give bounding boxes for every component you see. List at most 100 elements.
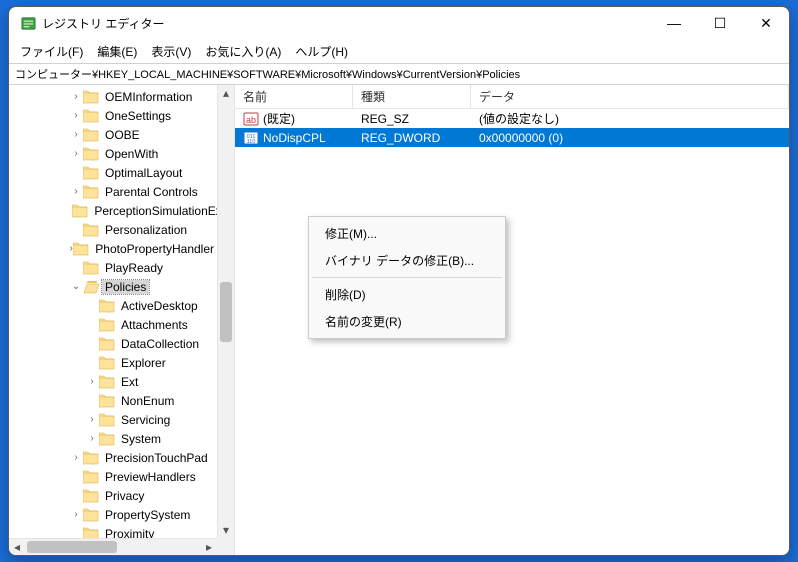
maximize-button[interactable]: ☐ [697,7,743,39]
minimize-button[interactable]: — [651,7,697,39]
value-type: REG_DWORD [357,131,475,145]
menu-edit[interactable]: 編集(E) [90,40,144,63]
context-menu: 修正(M)... バイナリ データの修正(B)... 削除(D) 名前の変更(R… [308,216,506,339]
chevron-right-icon[interactable]: › [69,452,83,463]
ctx-rename[interactable]: 名前の変更(R) [311,308,503,335]
tree-item-label: PrecisionTouchPad [102,451,211,465]
chevron-right-icon[interactable]: › [85,376,99,387]
tree-vertical-scrollbar[interactable]: ▴ ▾ [217,85,234,538]
folder-icon [83,166,99,180]
folder-icon [99,299,115,313]
scroll-down-icon[interactable]: ▾ [223,522,229,538]
menu-help[interactable]: ヘルプ(H) [288,40,355,63]
tree-item[interactable]: › PrecisionTouchPad [9,448,217,467]
tree-item[interactable]: ›PhotoPropertyHandler [9,239,217,258]
header-data[interactable]: データ [471,85,789,108]
svg-text:ab: ab [246,115,256,125]
chevron-right-icon[interactable]: › [69,129,83,140]
header-type[interactable]: 種類 [353,85,471,108]
tree-item[interactable]: ›Privacy [9,486,217,505]
reg-string-icon: ab [243,111,259,127]
tree-item[interactable]: ›Ext [9,372,217,391]
header-name[interactable]: 名前 [235,85,353,108]
tree-item[interactable]: ›Servicing [9,410,217,429]
folder-icon [99,318,115,332]
tree-item-label: Privacy [102,489,147,503]
value-data: 0x00000000 (0) [475,131,789,145]
ctx-delete[interactable]: 削除(D) [311,281,503,308]
window-controls: — ☐ ✕ [651,7,789,39]
menu-file[interactable]: ファイル(F) [13,40,90,63]
registry-tree[interactable]: ›OEMInformation›OneSettings›OOBE›OpenWit… [9,85,217,538]
titlebar[interactable]: レジストリ エディター — ☐ ✕ [9,7,789,39]
tree-item-label: OptimalLayout [102,166,185,180]
folder-icon [99,394,115,408]
tree-item[interactable]: ›PlayReady [9,258,217,277]
tree-item[interactable]: ›PropertySystem [9,505,217,524]
tree-item-label: OEMInformation [102,90,195,104]
ctx-modify[interactable]: 修正(M)... [311,220,503,247]
chevron-right-icon[interactable]: › [69,148,83,159]
tree-item[interactable]: ›DataCollection [9,334,217,353]
tree-item[interactable]: ›NonEnum [9,391,217,410]
chevron-right-icon[interactable]: › [69,509,83,520]
tree-item[interactable]: › OEMInformation [9,87,217,106]
tree-item[interactable]: › OpenWith [9,144,217,163]
scroll-left-icon[interactable]: ◂ [9,540,25,554]
tree-item[interactable]: ›Attachments [9,315,217,334]
tree-item-label: Parental Controls [102,185,201,199]
tree-item-label: Personalization [102,223,190,237]
scroll-right-icon[interactable]: ▸ [201,540,217,554]
tree-item[interactable]: ›PerceptionSimulationExtensions [9,201,217,220]
folder-icon [99,337,115,351]
value-row[interactable]: ab(既定)REG_SZ(値の設定なし) [235,109,789,128]
tree-item[interactable]: ›ActiveDesktop [9,296,217,315]
tree-item[interactable]: ›OptimalLayout [9,163,217,182]
folder-icon [83,147,99,161]
chevron-right-icon[interactable]: › [69,186,83,197]
scroll-thumb[interactable] [220,282,232,342]
folder-icon [83,508,99,522]
tree-item[interactable]: ⌄ Policies [9,277,217,296]
close-button[interactable]: ✕ [743,7,789,39]
folder-icon [83,90,99,104]
scroll-up-icon[interactable]: ▴ [223,85,229,101]
folder-icon [83,527,99,539]
tree-item[interactable]: ›Personalization [9,220,217,239]
tree-item[interactable]: ›PreviewHandlers [9,467,217,486]
folder-icon [99,413,115,427]
value-type: REG_SZ [357,112,475,126]
scroll-thumb-h[interactable] [27,541,117,553]
menu-favorites[interactable]: お気に入り(A) [198,40,288,63]
tree-item[interactable]: ›System [9,429,217,448]
svg-text:110: 110 [247,139,256,145]
tree-item[interactable]: ›OneSettings [9,106,217,125]
folder-icon [99,432,115,446]
chevron-down-icon[interactable]: ⌄ [69,281,83,292]
window-title: レジストリ エディター [42,15,651,32]
tree-item[interactable]: › OOBE [9,125,217,144]
tree-item-label: Policies [102,280,149,294]
chevron-right-icon[interactable]: › [85,433,99,444]
tree-horizontal-scrollbar[interactable]: ◂ ▸ [9,538,217,555]
tree-item-label: OOBE [102,128,143,142]
tree-item-label: OpenWith [102,147,161,161]
tree-item-label: NonEnum [118,394,177,408]
value-data: (値の設定なし) [475,110,789,127]
chevron-right-icon[interactable]: › [69,91,83,102]
value-row[interactable]: 011110NoDispCPLREG_DWORD0x00000000 (0) [235,128,789,147]
tree-item-label: Proximity [102,527,157,539]
folder-icon [83,109,99,123]
tree-item[interactable]: ›Proximity [9,524,217,538]
folder-icon [72,204,88,218]
tree-item-label: DataCollection [118,337,202,351]
value-name: NoDispCPL [263,131,326,145]
ctx-modify-binary[interactable]: バイナリ データの修正(B)... [311,247,503,274]
tree-item[interactable]: › Parental Controls [9,182,217,201]
tree-item[interactable]: ›Explorer [9,353,217,372]
chevron-right-icon[interactable]: › [85,414,99,425]
menu-view[interactable]: 表示(V) [144,40,198,63]
folder-open-icon [83,280,99,294]
address-bar[interactable]: コンピューター¥HKEY_LOCAL_MACHINE¥SOFTWARE¥Micr… [9,63,789,85]
chevron-right-icon[interactable]: › [69,110,83,121]
